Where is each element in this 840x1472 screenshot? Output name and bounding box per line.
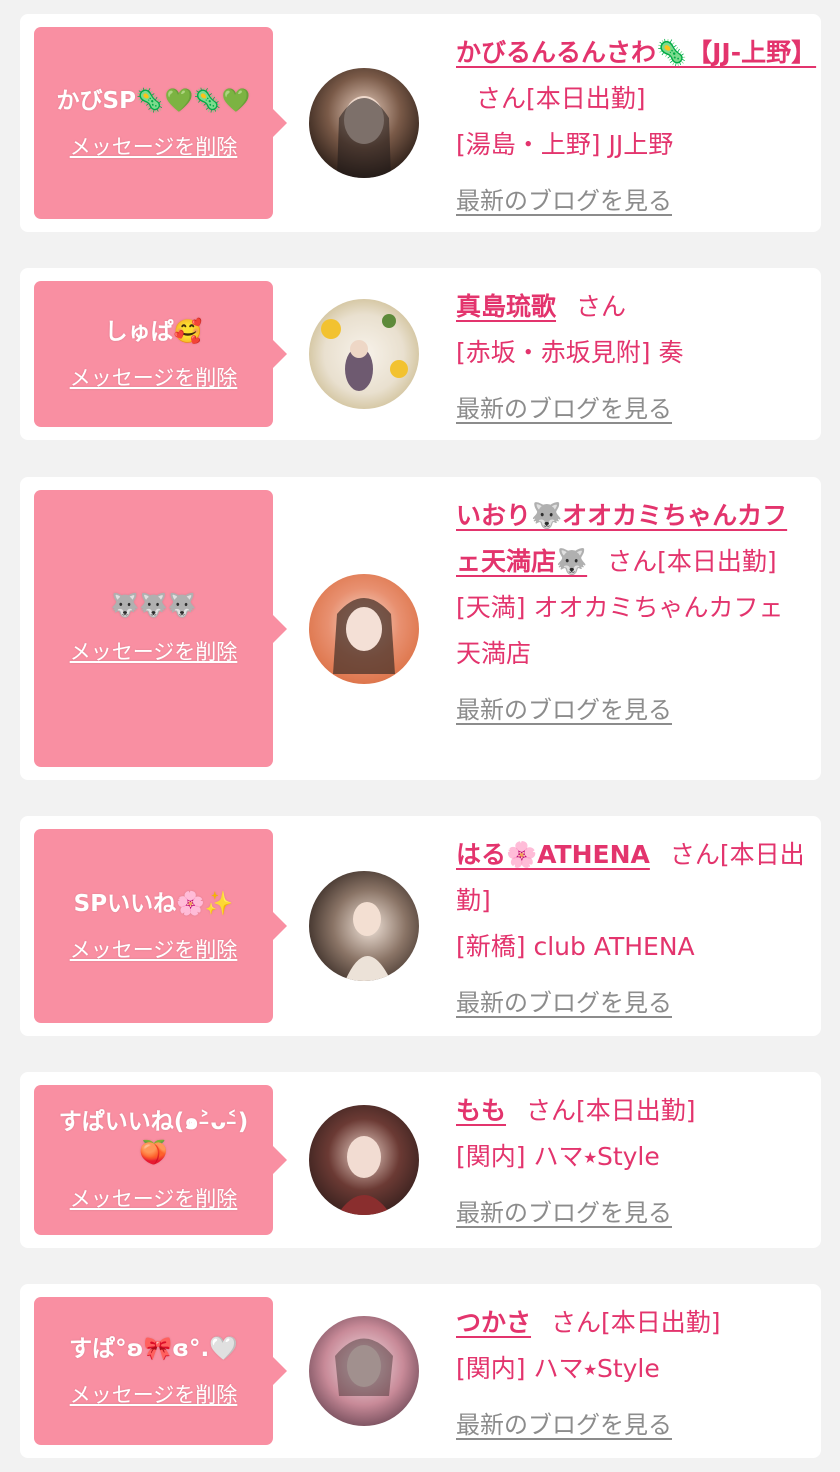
delete-message-link[interactable]: メッセージを削除 <box>70 131 238 161</box>
delete-message-link[interactable]: メッセージを削除 <box>70 934 238 964</box>
delete-message-link[interactable]: メッセージを削除 <box>70 362 238 392</box>
message-list: かびSP🦠💚🦠💚 メッセージを削除 かびるんるんさわ🦠【JJ-上野】さん[本日出… <box>0 0 840 1472</box>
cast-suffix: さん[本日出勤] <box>526 1096 696 1125</box>
avatar[interactable] <box>309 299 419 409</box>
list-item: すぱ°ʚ🎀ɞ°.🤍 メッセージを削除 つかさ さん[本日出勤] [関内] ハマ⭑S… <box>20 1284 821 1458</box>
latest-blog-link[interactable]: 最新のブログを見る <box>456 178 672 224</box>
list-item: かびSP🦠💚🦠💚 メッセージを削除 かびるんるんさわ🦠【JJ-上野】さん[本日出… <box>20 14 821 232</box>
delete-message-link[interactable]: メッセージを削除 <box>70 1183 238 1213</box>
cast-suffix: さん[本日出勤] <box>551 1308 721 1337</box>
latest-blog-link[interactable]: 最新のブログを見る <box>456 1190 672 1236</box>
cast-name-link[interactable]: はる🌸ATHENA <box>456 840 650 869</box>
cast-name-link[interactable]: つかさ <box>456 1308 531 1337</box>
latest-blog-link[interactable]: 最新のブログを見る <box>456 687 672 733</box>
latest-blog-link[interactable]: 最新のブログを見る <box>456 386 672 432</box>
shop-info: [赤坂・赤坂見附] 奏 <box>456 338 684 367</box>
cast-info: かびるんるんさわ🦠【JJ-上野】さん[本日出勤] [湯島・上野] JJ上野 最新… <box>456 30 816 224</box>
avatar[interactable] <box>309 68 419 178</box>
message-bubble: SPいいね🌸✨ メッセージを削除 <box>34 829 287 1023</box>
cast-name-link[interactable]: 真島琉歌 <box>456 292 556 321</box>
message-text: すぱいいね(๑˃̵ᴗ˂̵)🍑 <box>58 1109 249 1166</box>
cast-name-link[interactable]: かびるんるんさわ🦠【JJ-上野】 <box>456 38 816 67</box>
message-bubble: すぱ°ʚ🎀ɞ°.🤍 メッセージを削除 <box>34 1297 287 1445</box>
message-text: 🐺🐺🐺 <box>110 593 197 619</box>
cast-suffix: さん <box>576 292 627 321</box>
shop-info: [関内] ハマ⭑Style <box>456 1142 660 1171</box>
latest-blog-link[interactable]: 最新のブログを見る <box>456 980 672 1026</box>
avatar[interactable] <box>309 1316 419 1426</box>
message-text: すぱ°ʚ🎀ɞ°.🤍 <box>69 1335 238 1362</box>
cast-info: 真島琉歌 さん [赤坂・赤坂見附] 奏 最新のブログを見る <box>456 284 806 432</box>
message-bubble: 🐺🐺🐺 メッセージを削除 <box>34 490 287 767</box>
avatar[interactable] <box>309 871 419 981</box>
shop-info: [湯島・上野] JJ上野 <box>456 130 674 159</box>
message-bubble: すぱいいね(๑˃̵ᴗ˂̵)🍑 メッセージを削除 <box>34 1085 287 1235</box>
message-bubble: かびSP🦠💚🦠💚 メッセージを削除 <box>34 27 287 219</box>
delete-message-link[interactable]: メッセージを削除 <box>70 1379 238 1409</box>
cast-info: いおり🐺オオカミちゃんカフェ天満店🐺 さん[本日出勤] [天満] オオカミちゃんカ… <box>456 493 806 733</box>
shop-info: [新橋] club ATHENA <box>456 932 695 961</box>
latest-blog-link[interactable]: 最新のブログを見る <box>456 1402 672 1448</box>
list-item: すぱいいね(๑˃̵ᴗ˂̵)🍑 メッセージを削除 もも さん[本日出勤] [関内] … <box>20 1072 821 1248</box>
cast-name-link[interactable]: もも <box>456 1096 506 1125</box>
message-text: かびSP🦠💚🦠💚 <box>56 87 251 114</box>
cast-suffix: さん[本日出勤] <box>607 547 777 576</box>
avatar[interactable] <box>309 573 419 684</box>
message-bubble: しゅぱ🥰 メッセージを削除 <box>34 281 287 427</box>
delete-message-link[interactable]: メッセージを削除 <box>70 636 238 666</box>
cast-info: はる🌸ATHENA さん[本日出勤] [新橋] club ATHENA 最新のブロ… <box>456 832 806 1026</box>
shop-info: [関内] ハマ⭑Style <box>456 1354 660 1383</box>
list-item: しゅぱ🥰 メッセージを削除 真島琉歌 さん [赤坂・赤坂見附] 奏 最新のブログを… <box>20 268 821 440</box>
message-text: SPいいね🌸✨ <box>73 890 234 917</box>
list-item: 🐺🐺🐺 メッセージを削除 いおり🐺オオカミちゃんカフェ天満店🐺 さん[本日出勤] … <box>20 477 821 780</box>
message-text: しゅぱ🥰 <box>104 318 203 345</box>
cast-info: もも さん[本日出勤] [関内] ハマ⭑Style 最新のブログを見る <box>456 1088 806 1236</box>
shop-info: [天満] オオカミちゃんカフェ天満店 <box>456 593 784 668</box>
cast-info: つかさ さん[本日出勤] [関内] ハマ⭑Style 最新のブログを見る <box>456 1300 806 1448</box>
list-item: SPいいね🌸✨ メッセージを削除 はる🌸ATHENA さん[本日出勤] [新橋] … <box>20 816 821 1036</box>
avatar[interactable] <box>309 1105 419 1215</box>
cast-suffix: さん[本日出勤] <box>476 84 646 113</box>
